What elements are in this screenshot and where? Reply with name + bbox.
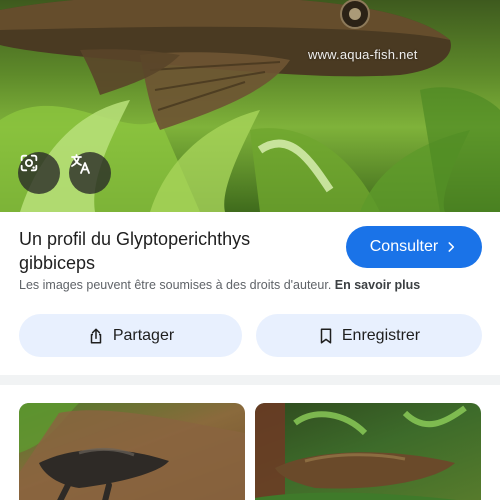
copyright-text: Les images peuvent être soumises à des d…	[19, 278, 332, 292]
translate-icon	[71, 154, 90, 174]
share-button[interactable]: Partager	[19, 314, 242, 357]
google-lens-button[interactable]	[18, 152, 60, 194]
related-photo	[255, 403, 467, 500]
lens-icon	[20, 154, 38, 172]
visit-button-label: Consulter	[369, 238, 439, 255]
related-image-thumbnail[interactable]	[255, 403, 481, 500]
result-title[interactable]: Un profil du Glyptoperichthys gibbiceps	[19, 227, 319, 275]
share-icon	[90, 328, 102, 343]
bookmark-icon	[320, 328, 332, 343]
related-photo	[19, 403, 245, 500]
chevron-right-icon	[448, 242, 455, 252]
visit-button[interactable]: Consulter	[346, 226, 482, 268]
learn-more-link[interactable]: En savoir plus	[335, 278, 420, 292]
hero-image[interactable]: www.aqua-fish.net	[0, 0, 500, 212]
save-button-label: Enregistrer	[341, 326, 421, 344]
copyright-notice: Les images peuvent être soumises à des d…	[19, 278, 420, 292]
save-button[interactable]: Enregistrer	[256, 314, 482, 357]
related-image-thumbnail[interactable]	[19, 403, 245, 500]
watermark: www.aqua-fish.net	[308, 47, 418, 62]
section-divider	[0, 375, 500, 385]
share-button-label: Partager	[112, 326, 175, 344]
translate-button[interactable]	[69, 152, 111, 194]
